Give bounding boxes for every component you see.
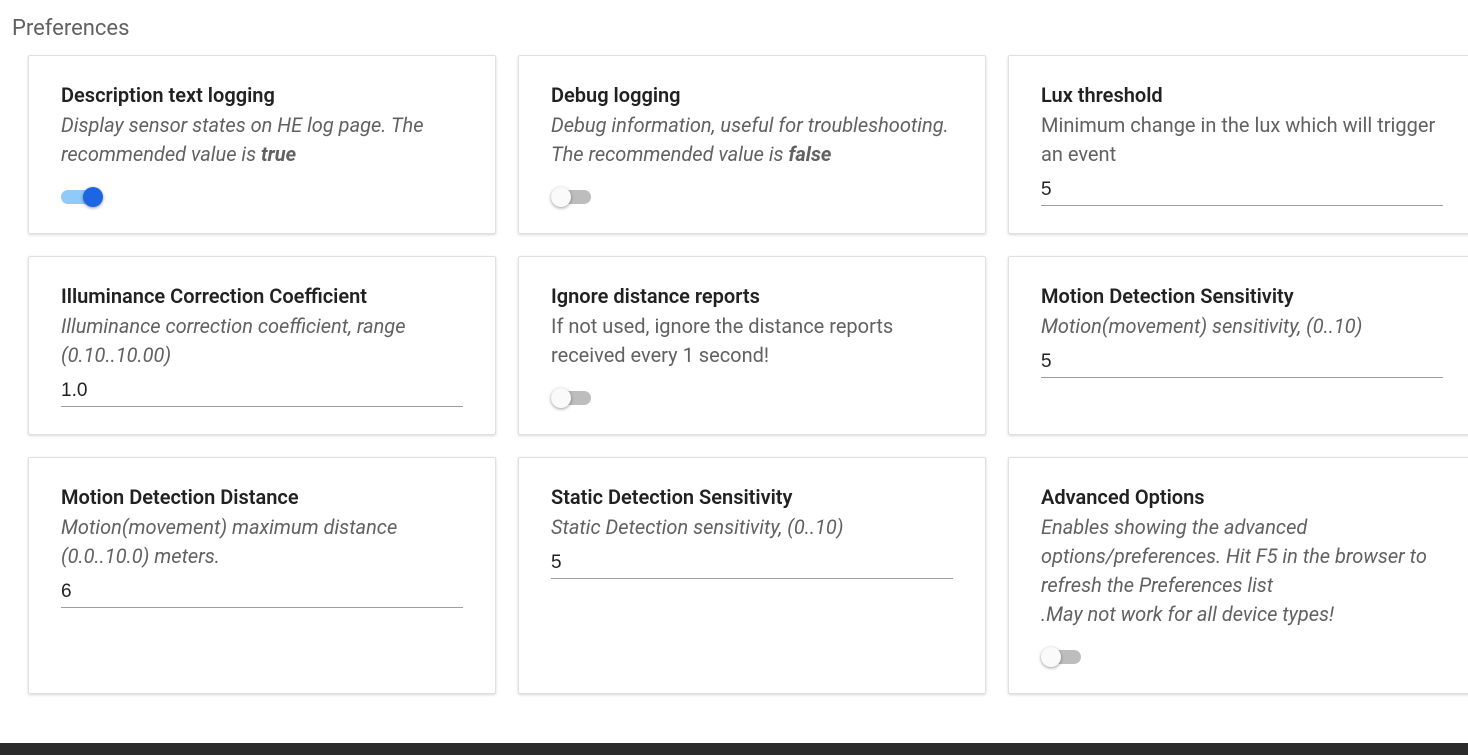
- ignore-distance-reports-toggle[interactable]: [551, 386, 597, 410]
- card-title: Static Detection Sensitivity: [551, 484, 953, 511]
- card-title: Description text logging: [61, 82, 463, 109]
- lux-threshold-input[interactable]: [1041, 177, 1443, 206]
- card-title: Advanced Options: [1041, 484, 1443, 511]
- motion-distance-input[interactable]: [61, 579, 463, 608]
- card-description: Illuminance correction coefficient, rang…: [61, 312, 463, 370]
- static-sensitivity-input[interactable]: [551, 550, 953, 579]
- card-description-text-logging: Description text logging Display sensor …: [28, 55, 496, 234]
- card-description: Debug information, useful for troublesho…: [551, 111, 953, 169]
- card-ignore-distance-reports: Ignore distance reports If not used, ign…: [518, 256, 986, 435]
- card-title: Motion Detection Sensitivity: [1041, 283, 1443, 310]
- card-title: Ignore distance reports: [551, 283, 953, 310]
- card-motion-detection-distance: Motion Detection Distance Motion(movemen…: [28, 457, 496, 694]
- advanced-options-toggle[interactable]: [1041, 645, 1087, 669]
- page-title: Preferences: [0, 0, 1468, 55]
- card-description: Motion(movement) maximum distance (0.0..…: [61, 513, 463, 571]
- card-description: Minimum change in the lux which will tri…: [1041, 111, 1443, 169]
- card-title: Lux threshold: [1041, 82, 1443, 109]
- toggle-knob: [551, 388, 571, 408]
- card-description: Motion(movement) sensitivity, (0..10): [1041, 312, 1443, 341]
- motion-sensitivity-input[interactable]: [1041, 349, 1443, 378]
- card-static-detection-sensitivity: Static Detection Sensitivity Static Dete…: [518, 457, 986, 694]
- card-illuminance-correction: Illuminance Correction Coefficient Illum…: [28, 256, 496, 435]
- toggle-knob: [551, 187, 571, 207]
- illuminance-correction-input[interactable]: [61, 378, 463, 407]
- card-description: Static Detection sensitivity, (0..10): [551, 513, 953, 542]
- description-text-logging-toggle[interactable]: [61, 185, 107, 209]
- card-motion-detection-sensitivity: Motion Detection Sensitivity Motion(move…: [1008, 256, 1468, 435]
- card-title: Illuminance Correction Coefficient: [61, 283, 463, 310]
- card-title: Motion Detection Distance: [61, 484, 463, 511]
- toggle-knob: [83, 187, 103, 207]
- toggle-knob: [1041, 647, 1061, 667]
- card-description: Enables showing the advanced options/pre…: [1041, 513, 1443, 629]
- card-lux-threshold: Lux threshold Minimum change in the lux …: [1008, 55, 1468, 234]
- card-description: If not used, ignore the distance reports…: [551, 312, 953, 370]
- card-advanced-options: Advanced Options Enables showing the adv…: [1008, 457, 1468, 694]
- card-description: Display sensor states on HE log page. Th…: [61, 111, 463, 169]
- preferences-page: Preferences Description text logging Dis…: [0, 0, 1468, 755]
- card-title: Debug logging: [551, 82, 953, 109]
- footer-bar: [0, 743, 1468, 755]
- debug-logging-toggle[interactable]: [551, 185, 597, 209]
- card-debug-logging: Debug logging Debug information, useful …: [518, 55, 986, 234]
- preferences-grid: Description text logging Display sensor …: [0, 55, 1468, 694]
